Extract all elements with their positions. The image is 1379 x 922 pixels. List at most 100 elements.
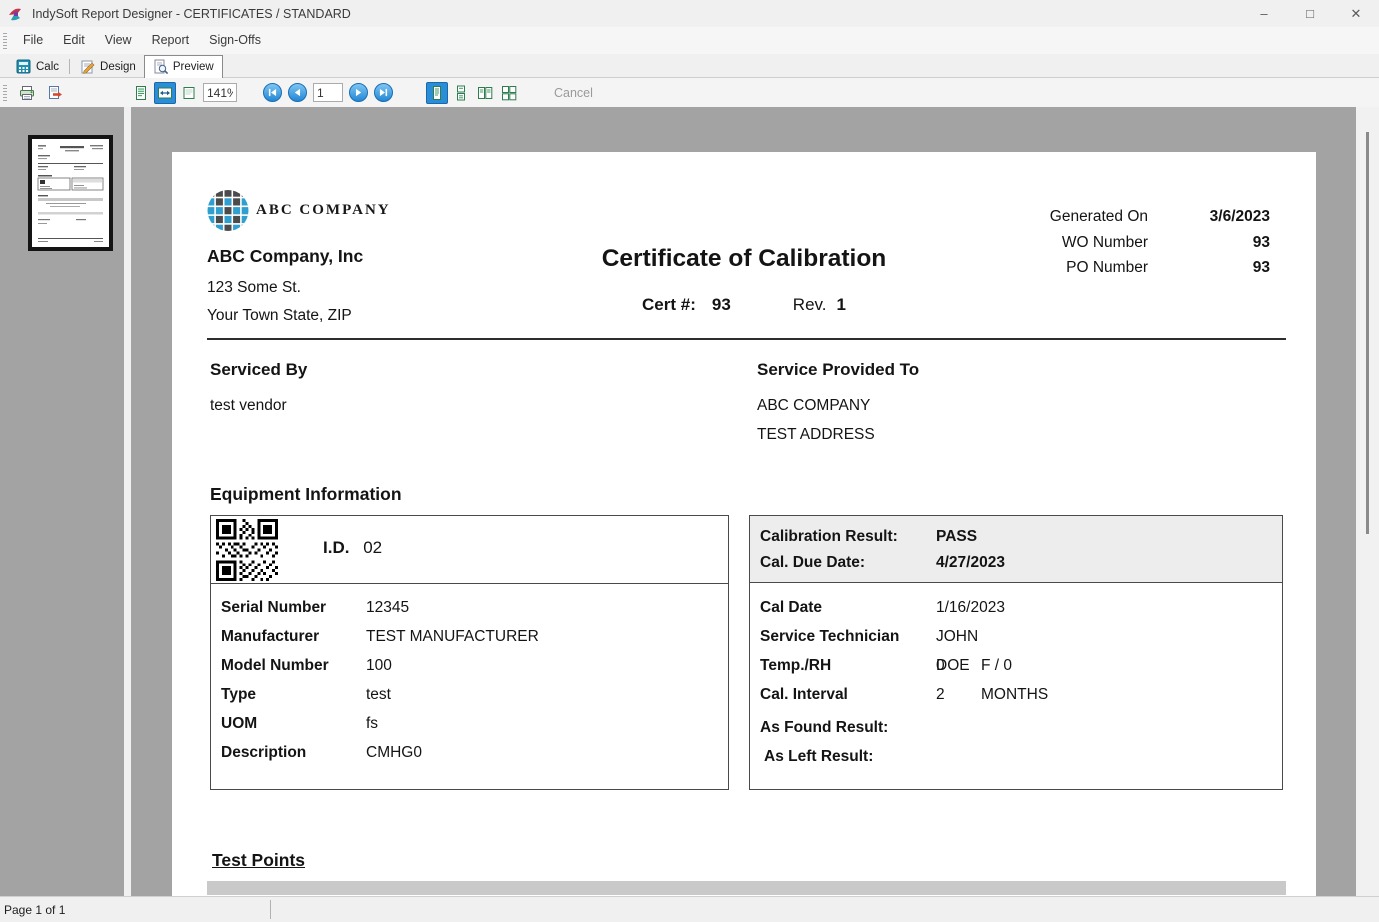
- equipment-box: I.D. 02 Serial Number 12345 Manufacturer…: [210, 515, 729, 790]
- tab-preview[interactable]: Preview: [144, 55, 223, 78]
- id-label: I.D.: [323, 538, 349, 557]
- cancel-button[interactable]: Cancel: [554, 86, 593, 100]
- last-page-button[interactable]: [374, 83, 393, 102]
- equipment-row-label: Serial Number: [221, 593, 366, 622]
- equipment-rows: Serial Number 12345 Manufacturer TEST MA…: [211, 588, 728, 767]
- test-points-table-header-bar: [207, 881, 1286, 895]
- minimize-button[interactable]: –: [1241, 0, 1287, 27]
- document-preview-area[interactable]: ABC COMPANY ABC Company, Inc 123 Some St…: [131, 107, 1356, 896]
- logo-text: ABC COMPANY: [256, 202, 391, 219]
- page-thumbnail[interactable]: [28, 135, 113, 251]
- export-button[interactable]: [44, 82, 66, 104]
- panel-splitter[interactable]: [124, 107, 131, 896]
- whole-page-zoom-button[interactable]: [130, 82, 152, 104]
- first-page-icon: [268, 88, 277, 97]
- calibration-row-unit: MONTHS: [981, 680, 1048, 709]
- calibration-rows: Cal Date 1/16/2023 Service Technician JO…: [750, 588, 1282, 771]
- fit-width-zoom-button[interactable]: [154, 82, 176, 104]
- service-provided-to-line1: ABC COMPANY: [757, 397, 870, 415]
- menu-view[interactable]: View: [95, 27, 142, 54]
- equipment-box-header: I.D. 02: [211, 516, 728, 584]
- rev-value: 1: [837, 295, 846, 315]
- equipment-row-label: Type: [221, 680, 366, 709]
- equipment-row-label: UOM: [221, 709, 366, 738]
- continuous-view-button[interactable]: [450, 82, 472, 104]
- header-rule: [207, 338, 1286, 340]
- zoom-level-input[interactable]: [203, 83, 237, 102]
- menubar: File Edit View Report Sign-Offs: [0, 27, 1379, 54]
- single-page-view-icon: [429, 85, 445, 101]
- menu-file[interactable]: File: [13, 27, 53, 54]
- tab-separator: [69, 59, 70, 74]
- equipment-row: Description CMHG0: [211, 738, 728, 767]
- equipment-row-label: Manufacturer: [221, 622, 366, 651]
- page-count-status: Page 1 of 1: [4, 903, 65, 917]
- calibration-row: Service Technician JOHN DOE: [750, 622, 1282, 651]
- preview-toolbar: Cancel: [0, 78, 1379, 107]
- equipment-row: Model Number 100: [211, 651, 728, 680]
- document-title: Certificate of Calibration: [172, 245, 1316, 273]
- scrollbar-thumb[interactable]: [1366, 132, 1369, 534]
- page-thumbnail-content: [32, 139, 109, 247]
- maximize-button[interactable]: □: [1287, 0, 1333, 27]
- equipment-row-value: 12345: [366, 593, 409, 622]
- page-number-input[interactable]: [313, 83, 343, 102]
- preview-tab-icon: [153, 59, 169, 75]
- meta-value: 3/6/2023: [1148, 204, 1270, 230]
- menu-sign-offs[interactable]: Sign-Offs: [199, 27, 271, 54]
- calibration-row-value: 1/16/2023: [936, 593, 981, 622]
- prev-page-button[interactable]: [288, 83, 307, 102]
- toolbar-grip[interactable]: [3, 85, 7, 101]
- tab-preview-label: Preview: [173, 61, 214, 73]
- calibration-box: Calibration Result: PASS Cal. Due Date: …: [749, 515, 1283, 790]
- menu-edit[interactable]: Edit: [53, 27, 95, 54]
- equipment-id-line: I.D. 02: [323, 538, 382, 558]
- equipment-row-label: Description: [221, 738, 366, 767]
- equipment-row: UOM fs: [211, 709, 728, 738]
- thumbnail-panel: [0, 107, 124, 896]
- design-tab-icon: [80, 59, 96, 75]
- equipment-row-value: CMHG0: [366, 738, 422, 767]
- calc-tab-icon: [16, 59, 32, 75]
- close-button[interactable]: ✕: [1333, 0, 1379, 27]
- cert-number-label: Cert #:: [642, 295, 696, 315]
- tab-design-label: Design: [100, 61, 136, 73]
- id-value: 02: [363, 538, 382, 557]
- equipment-heading: Equipment Information: [210, 484, 402, 505]
- fit-page-icon: [181, 85, 197, 101]
- equipment-row-label: Model Number: [221, 651, 366, 680]
- service-provided-to-heading: Service Provided To: [757, 360, 919, 380]
- calibration-box-header: Calibration Result: PASS Cal. Due Date: …: [750, 516, 1282, 583]
- calibration-row-label: Cal Date: [760, 593, 936, 622]
- tab-calc[interactable]: Calc: [8, 56, 67, 77]
- equipment-row-value: 100: [366, 651, 392, 680]
- fit-page-zoom-button[interactable]: [178, 82, 200, 104]
- print-button[interactable]: [16, 82, 38, 104]
- calibration-result-value: PASS: [936, 524, 977, 550]
- menu-report[interactable]: Report: [142, 27, 200, 54]
- preview-main: ABC COMPANY ABC Company, Inc 123 Some St…: [0, 107, 1379, 896]
- next-page-icon: [354, 88, 363, 97]
- cal-due-date-value: 4/27/2023: [936, 550, 1005, 576]
- single-page-view-button[interactable]: [426, 82, 448, 104]
- report-designer-window: IndySoft Report Designer - CERTIFICATES …: [0, 0, 1379, 922]
- app-icon: [8, 6, 24, 22]
- calibration-row-label: Cal. Interval: [760, 680, 936, 709]
- tab-design[interactable]: Design: [72, 56, 144, 77]
- equipment-row: Serial Number 12345: [211, 593, 728, 622]
- calibration-row-unit: F / 0: [981, 651, 1012, 680]
- cal-due-date-label: Cal. Due Date:: [760, 550, 936, 576]
- menubar-grip[interactable]: [3, 33, 7, 49]
- multi-page-view-button[interactable]: [498, 82, 520, 104]
- vertical-scrollbar[interactable]: [1356, 107, 1379, 896]
- facing-pages-view-icon: [477, 85, 493, 101]
- facing-pages-view-button[interactable]: [474, 82, 496, 104]
- first-page-button[interactable]: [263, 83, 282, 102]
- as-found-result-label: As Found Result:: [760, 713, 888, 742]
- statusbar-divider: [270, 900, 271, 919]
- qr-code: [216, 519, 278, 581]
- test-points-heading: Test Points: [212, 850, 305, 871]
- equipment-row-value: fs: [366, 709, 378, 738]
- next-page-button[interactable]: [349, 83, 368, 102]
- calibration-row: Cal. Interval 2 MONTHS: [750, 680, 1282, 709]
